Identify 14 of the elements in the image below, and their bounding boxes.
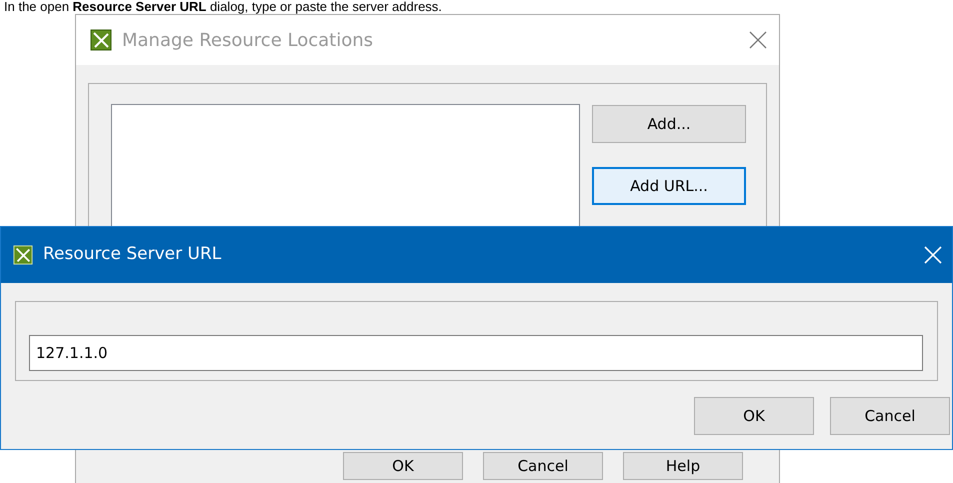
url-field[interactable]: 127.1.1.0 — [29, 335, 923, 371]
dialog-title: Manage Resource Locations — [122, 28, 373, 52]
instruction-text: In the open Resource Server URL dialog, type or paste the server address. — [4, 0, 443, 14]
dialog-button[interactable]: Cancel — [483, 452, 603, 480]
dialog-title: Resource Server URL — [43, 243, 222, 266]
close-icon[interactable] — [749, 31, 767, 49]
dialog-button[interactable]: OK — [694, 397, 814, 435]
dialog-button[interactable]: Cancel — [830, 397, 950, 435]
dialog-button[interactable]: Add URL... — [592, 167, 746, 205]
dialog-button[interactable]: OK — [343, 452, 463, 480]
app-logo-icon — [90, 29, 112, 51]
dialog-button[interactable]: Help — [623, 452, 743, 480]
app-logo-icon — [13, 245, 33, 265]
dialog-button[interactable]: Add... — [592, 105, 746, 143]
